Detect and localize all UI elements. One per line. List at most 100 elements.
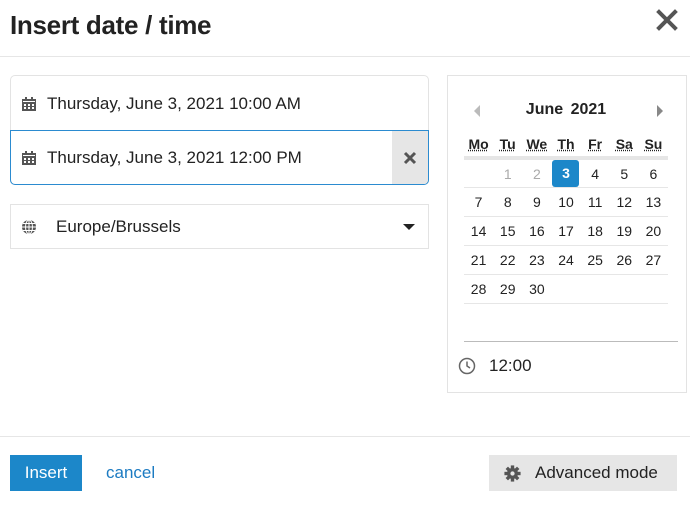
calendar-day[interactable]: 19 xyxy=(609,216,639,246)
calendar-day[interactable]: 27 xyxy=(638,245,668,275)
weekday-label: We xyxy=(526,136,548,152)
clear-end-date-button[interactable] xyxy=(392,131,428,184)
calendar-day[interactable]: 15 xyxy=(493,216,523,246)
clear-icon xyxy=(403,151,417,164)
calendar-week: 1 234 5 6 xyxy=(464,158,668,188)
calendar-day[interactable]: 10 xyxy=(551,187,581,217)
dialog-title: Insert date / time xyxy=(10,10,212,40)
day-number: 14 xyxy=(470,223,487,239)
date-group: Thursday, June 3, 2021 10:00 AM Thursday… xyxy=(10,75,429,185)
time-field[interactable]: 12:00 xyxy=(458,354,532,378)
calendar-week: 28 29 30 xyxy=(464,274,668,304)
calendar-day[interactable]: 13 xyxy=(638,187,668,217)
weekday-label: Fr xyxy=(588,136,603,152)
calendar-day[interactable]: 1 xyxy=(493,158,523,188)
calendar-day[interactable]: 29 xyxy=(493,274,523,304)
calendar-day[interactable]: 30 xyxy=(522,274,552,304)
calendar-day[interactable]: 14 xyxy=(464,216,494,246)
weekday-header: Tu xyxy=(493,132,523,160)
calendar-week: 21 22 23 24 25 26 27 xyxy=(464,245,668,275)
day-number: 7 xyxy=(474,194,483,210)
start-date-value: Thursday, June 3, 2021 10:00 AM xyxy=(47,93,301,113)
day-number: 26 xyxy=(616,252,633,268)
time-divider xyxy=(464,341,678,342)
timezone-select[interactable]: Europe/Brussels xyxy=(10,204,429,249)
day-number: 23 xyxy=(529,252,545,268)
weekday-label: Sa xyxy=(615,136,633,152)
next-month-button[interactable] xyxy=(657,105,663,117)
day-number: 1 xyxy=(503,165,512,182)
day-number: 6 xyxy=(649,165,658,182)
weekday-label: Mo xyxy=(468,136,489,152)
calendar-empty-cell xyxy=(580,274,610,304)
calendar-day[interactable]: 16 xyxy=(522,216,552,246)
day-number: 17 xyxy=(558,223,574,239)
month-label: June 2021 xyxy=(525,101,607,118)
insert-button[interactable]: Insert xyxy=(10,455,82,491)
calendar-day[interactable]: 5 xyxy=(609,158,639,188)
calendar-day[interactable]: 20 xyxy=(638,216,668,246)
weekday-header: Su xyxy=(638,132,668,160)
calendar-header: June 2021 xyxy=(464,100,668,122)
calendar-day[interactable]: 28 xyxy=(464,274,494,304)
day-number: 12 xyxy=(616,194,633,210)
calendar-week: 7 8 9 10 11 12 13 xyxy=(464,187,668,217)
date-range-fields: Thursday, June 3, 2021 10:00 AM Thursday… xyxy=(10,75,429,185)
day-number: 10 xyxy=(558,194,574,210)
day-number: 11 xyxy=(587,194,603,210)
dialog-footer: Insert cancel Advanced mode xyxy=(0,436,690,505)
day-number: 27 xyxy=(645,252,662,268)
calendar-empty-cell xyxy=(638,274,668,304)
calendar-day[interactable]: 2 xyxy=(522,158,552,188)
calendar-day[interactable]: 21 xyxy=(464,245,494,275)
day-number: 2 xyxy=(532,165,541,182)
close-button[interactable] xyxy=(656,6,680,34)
calendar-day[interactable]: 12 xyxy=(609,187,639,217)
calendar-empty-cell xyxy=(551,274,581,304)
day-number: 3 xyxy=(552,160,580,187)
calendar-day[interactable]: 23 xyxy=(522,245,552,275)
calendar-day[interactable]: 22 xyxy=(493,245,523,275)
advanced-mode-label: Advanced mode xyxy=(535,463,658,482)
calendar-day[interactable]: 4 xyxy=(580,158,610,188)
day-number: 22 xyxy=(499,252,516,268)
calendar-day[interactable]: 24 xyxy=(551,245,581,275)
calendar-day[interactable]: 17 xyxy=(551,216,581,246)
day-number: 9 xyxy=(532,194,541,210)
dialog-header: Insert date / time xyxy=(0,0,690,57)
day-number: 15 xyxy=(499,223,516,239)
calendar-day-selected[interactable]: 3 xyxy=(551,158,581,188)
calendar-empty-cell xyxy=(609,274,639,304)
calendar-day[interactable]: 11 xyxy=(580,187,610,217)
weekday-header: Fr xyxy=(580,132,610,160)
calendar-day[interactable]: 9 xyxy=(522,187,552,217)
day-number: 4 xyxy=(591,165,600,182)
day-number: 18 xyxy=(587,223,603,239)
day-number: 21 xyxy=(470,252,487,268)
day-number: 13 xyxy=(645,194,662,210)
end-date-field[interactable]: Thursday, June 3, 2021 12:00 PM xyxy=(10,130,429,185)
calendar-day[interactable]: 26 xyxy=(609,245,639,275)
globe-icon xyxy=(22,219,36,234)
day-number: 19 xyxy=(616,223,633,239)
day-number: 24 xyxy=(558,252,574,268)
day-number: 20 xyxy=(645,223,662,239)
day-number: 5 xyxy=(620,165,629,182)
calendar-day[interactable]: 8 xyxy=(493,187,523,217)
day-number: 8 xyxy=(503,194,512,210)
calendar-day[interactable]: 7 xyxy=(464,187,494,217)
weekday-label: Tu xyxy=(499,136,516,152)
calendar-icon xyxy=(22,150,36,165)
calendar-day[interactable]: 18 xyxy=(580,216,610,246)
time-value: 12:00 xyxy=(489,356,532,375)
gear-icon xyxy=(504,464,521,482)
weekday-header: Sa xyxy=(609,132,639,160)
start-date-field[interactable]: Thursday, June 3, 2021 10:00 AM xyxy=(11,76,428,131)
calendar-day[interactable]: 25 xyxy=(580,245,610,275)
weekday-header: Mo xyxy=(464,132,494,160)
clock-icon xyxy=(458,357,476,375)
cancel-link[interactable]: cancel xyxy=(106,463,155,483)
date-picker: June 2021 Mo Tu We Th Fr Sa Su 1 2 3 4 5 6 7 8 9 10 11 12… xyxy=(447,75,687,393)
advanced-mode-button[interactable]: Advanced mode xyxy=(489,455,677,491)
calendar-day[interactable]: 6 xyxy=(638,158,668,188)
